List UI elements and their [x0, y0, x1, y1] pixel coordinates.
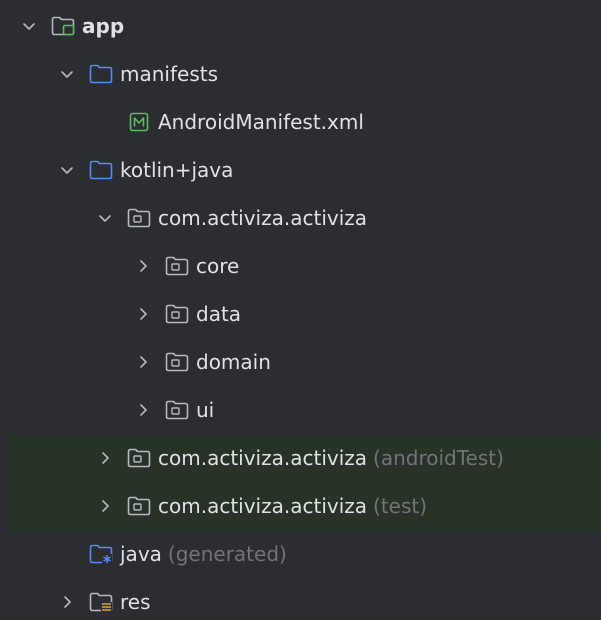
package-icon	[164, 254, 190, 278]
tree-row[interactable]: domain	[8, 338, 601, 386]
tree-item-label: com.activiza.activiza	[158, 206, 368, 230]
tree-row[interactable]: core	[8, 242, 601, 290]
tree-item-label: domain	[196, 350, 271, 374]
chevron-down-icon[interactable]	[96, 209, 114, 227]
chevron-right-icon[interactable]	[96, 497, 114, 515]
package-icon	[164, 302, 190, 326]
tree-row[interactable]: AndroidManifest.xml	[8, 98, 601, 146]
project-tree: app manifests AndroidManifest.xml kotlin+ja…	[8, 8, 601, 620]
chevron-right-icon[interactable]	[58, 593, 76, 611]
tree-row[interactable]: java (generated)	[8, 530, 601, 578]
tree-item-label: app	[82, 14, 125, 38]
folder-icon	[88, 62, 114, 86]
chevron-right-icon[interactable]	[134, 305, 152, 323]
chevron-down-icon[interactable]	[58, 161, 76, 179]
tree-item-label: com.activiza.activiza	[158, 494, 368, 518]
tree-item-label: AndroidManifest.xml	[158, 110, 364, 134]
tree-item-label: java	[120, 542, 162, 566]
tree-row[interactable]: com.activiza.activiza	[8, 194, 601, 242]
tree-item-suffix: (androidTest)	[373, 446, 504, 470]
chevron-right-icon[interactable]	[134, 401, 152, 419]
manifest-file-icon	[126, 110, 152, 134]
package-icon	[164, 398, 190, 422]
tree-row[interactable]: kotlin+java	[8, 146, 601, 194]
chevron-down-icon[interactable]	[20, 17, 38, 35]
tree-item-suffix: (generated)	[167, 542, 287, 566]
generated-folder-icon	[88, 542, 114, 566]
chevron-right-icon[interactable]	[134, 353, 152, 371]
chevron-right-icon[interactable]	[96, 449, 114, 467]
package-icon	[126, 446, 152, 470]
package-icon	[126, 206, 152, 230]
tree-item-label: kotlin+java	[120, 158, 234, 182]
tree-row[interactable]: ui	[8, 386, 601, 434]
tree-item-label: res	[120, 590, 151, 614]
tree-item-label: core	[196, 254, 240, 278]
module-folder-icon	[50, 14, 76, 38]
tree-item-label: manifests	[120, 62, 218, 86]
package-icon	[126, 494, 152, 518]
tree-row[interactable]: data	[8, 290, 601, 338]
tree-row[interactable]: com.activiza.activiza (androidTest)	[8, 434, 601, 482]
tree-item-suffix: (test)	[373, 494, 428, 518]
folder-icon	[88, 158, 114, 182]
tree-item-label: com.activiza.activiza	[158, 446, 368, 470]
resources-folder-icon	[88, 590, 114, 614]
tree-row[interactable]: com.activiza.activiza (test)	[8, 482, 601, 530]
package-icon	[164, 350, 190, 374]
tree-item-label: ui	[196, 398, 215, 422]
tree-row[interactable]: app	[8, 8, 601, 50]
tree-row[interactable]: res	[8, 578, 601, 620]
tree-item-label: data	[196, 302, 242, 326]
tree-row[interactable]: manifests	[8, 50, 601, 98]
chevron-down-icon[interactable]	[58, 65, 76, 83]
chevron-right-icon[interactable]	[134, 257, 152, 275]
